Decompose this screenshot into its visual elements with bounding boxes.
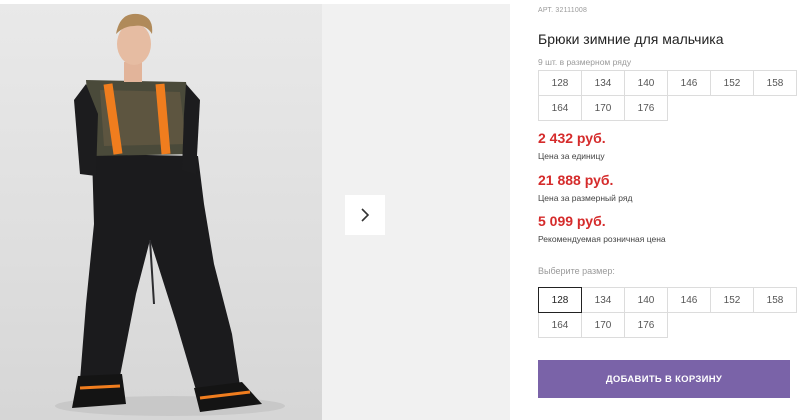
size-option-140[interactable]: 140 <box>624 287 668 313</box>
pack-sizes-grid: 128 134 140 146 152 158 164 170 176 <box>538 70 797 121</box>
pack-size-cell: 158 <box>753 70 797 96</box>
pack-size-cell: 128 <box>538 70 582 96</box>
pack-price: 21 888 руб. <box>538 172 614 188</box>
next-image-button[interactable] <box>345 195 385 235</box>
boy-in-winter-pants-image <box>55 13 285 416</box>
size-option-128[interactable]: 128 <box>538 287 582 313</box>
size-selector: 128 134 140 146 152 158 164 170 176 <box>538 287 797 338</box>
product-gallery <box>0 0 510 420</box>
unit-price: 2 432 руб. <box>538 130 606 146</box>
size-option-134[interactable]: 134 <box>581 287 625 313</box>
pack-size-cell: 170 <box>581 95 625 121</box>
pack-size-cell: 134 <box>581 70 625 96</box>
pack-size-cell: 176 <box>624 95 668 121</box>
pack-size-cell: 140 <box>624 70 668 96</box>
retail-price: 5 099 руб. <box>538 213 606 229</box>
size-option-176[interactable]: 176 <box>624 312 668 338</box>
choose-size-label: Выберите размер: <box>538 266 615 276</box>
product-sku: АРТ. 32111008 <box>538 7 588 14</box>
add-to-cart-button[interactable]: ДОБАВИТЬ В КОРЗИНУ <box>538 360 790 398</box>
pack-size-cell: 152 <box>710 70 754 96</box>
chevron-right-icon <box>361 208 370 222</box>
product-photo <box>0 4 322 420</box>
unit-price-label: Цена за единицу <box>538 151 605 161</box>
size-option-170[interactable]: 170 <box>581 312 625 338</box>
pack-size-cell: 146 <box>667 70 711 96</box>
retail-price-label: Рекомендуемая розничная цена <box>538 234 666 244</box>
size-option-152[interactable]: 152 <box>710 287 754 313</box>
pack-price-label: Цена за размерный ряд <box>538 193 633 203</box>
pack-size-cell: 164 <box>538 95 582 121</box>
product-title: Брюки зимние для мальчика <box>538 31 724 47</box>
size-option-158[interactable]: 158 <box>753 287 797 313</box>
pack-sizes-label: 9 шт. в размерном ряду <box>538 57 632 67</box>
size-option-146[interactable]: 146 <box>667 287 711 313</box>
product-info: АРТ. 32111008 Брюки зимние для мальчика … <box>538 0 800 420</box>
size-option-164[interactable]: 164 <box>538 312 582 338</box>
